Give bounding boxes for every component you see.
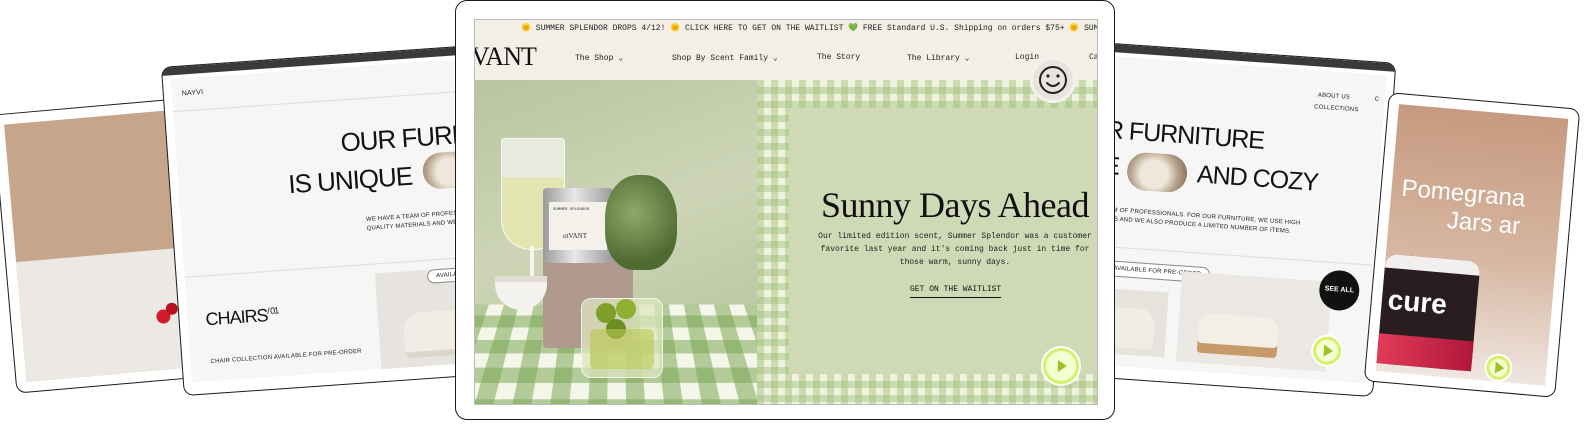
product-jar: cure xyxy=(1376,253,1481,372)
brand-logo[interactable]: NAYVI xyxy=(182,89,204,97)
nav-label: The Library xyxy=(907,54,960,63)
nav-label: The Shop xyxy=(575,54,614,63)
section-title: CHAIRS/ 01 xyxy=(205,304,279,330)
headline-line-1: R FURNITURE xyxy=(1104,115,1265,155)
chevron-down-icon: ⌄ xyxy=(772,54,778,63)
right-screenshot-card: ABOUT US COLLECTIONS C R FURNITURE E AND… xyxy=(1073,41,1397,398)
play-video-button[interactable] xyxy=(1485,354,1512,381)
headline-line-3: AND COZY xyxy=(1196,160,1319,197)
main-screenshot-card: 🌞 SUMMER SPLENDOR DROPS 4/12! 🌞 CLICK HE… xyxy=(455,0,1115,420)
nav-item-partial[interactable]: C xyxy=(1375,96,1380,102)
nav-shop-by-scent[interactable]: Shop By Scent Family ⌄ xyxy=(672,53,778,63)
chevron-down-icon: ⌄ xyxy=(964,54,970,63)
candle-tin-image: SUMMER SPLENDOR otVANT xyxy=(543,188,613,263)
left-screen: NAYVI OUR FURN IS UNIQUE WE HAVE A TEAM … xyxy=(170,57,504,383)
hero-text-panel: Sunny Days Ahead Our limited edition sce… xyxy=(757,60,1097,404)
see-all-label: SEE ALL xyxy=(1324,285,1355,295)
collection-caption: CHAIR COLLECTION AVAILABLE FOR PRE-ORDER xyxy=(210,348,362,366)
section-label: CHAIRS xyxy=(204,305,269,330)
olive-jar-image xyxy=(581,298,663,378)
promo-headline-2: Jars ar xyxy=(1445,206,1522,241)
chevron-down-icon: ⌄ xyxy=(618,54,624,63)
main-screen: 🌞 SUMMER SPLENDOR DROPS 4/12! 🌞 CLICK HE… xyxy=(474,19,1098,405)
nav-collections[interactable]: COLLECTIONS xyxy=(1314,104,1359,113)
nav-label: Shop By Scent Family xyxy=(672,54,769,63)
divider xyxy=(173,89,485,113)
chair-thumbnail-image xyxy=(1125,151,1189,194)
nav-label: Ca xyxy=(1089,53,1098,62)
right-screen: ABOUT US COLLECTIONS C R FURNITURE E AND… xyxy=(1083,55,1387,384)
nav-label: The Story xyxy=(817,53,861,62)
product-brand: cure xyxy=(1386,283,1449,320)
intro-paragraph: TEAM OF PROFESSIONALS. FOR OUR FURNITURE… xyxy=(1099,206,1301,235)
headline-line-2: IS UNIQUE xyxy=(287,160,414,200)
section-number: / 01 xyxy=(266,305,279,317)
site-logo[interactable]: VANT xyxy=(475,42,537,72)
waitlist-cta-link[interactable]: GET ON THE WAITLIST xyxy=(910,285,1002,298)
nav-the-shop[interactable]: The Shop ⌄ xyxy=(575,53,623,63)
nav-the-library[interactable]: The Library ⌄ xyxy=(907,53,969,63)
announcement-ticker[interactable]: 🌞 SUMMER SPLENDOR DROPS 4/12! 🌞 CLICK HE… xyxy=(475,20,1097,38)
can-brand-text: otVANT xyxy=(563,232,587,240)
far-right-screenshot-card: Pomegrana Jars ar cure xyxy=(1363,92,1581,398)
intro-paragraph: WE HAVE A TEAM OF PROFESS QUALITY MATERI… xyxy=(365,210,462,232)
hero-product-photo: SUMMER SPLENDOR otVANT xyxy=(475,80,757,404)
nav-about-us[interactable]: ABOUT US xyxy=(1318,92,1351,100)
far-right-screen: Pomegrana Jars ar cure xyxy=(1375,104,1569,386)
product-photo-right xyxy=(1175,271,1332,372)
smiley-face-icon[interactable] xyxy=(1033,60,1073,100)
ticker-text: 🌞 SUMMER SPLENDOR DROPS 4/12! 🌞 CLICK HE… xyxy=(521,24,1097,33)
hero-body: Our limited edition scent, Summer Splend… xyxy=(818,232,1092,267)
armchair-image xyxy=(1196,312,1280,359)
play-video-button[interactable] xyxy=(1043,348,1079,384)
artichoke-image xyxy=(605,175,677,270)
can-label-text: SUMMER SPLENDOR xyxy=(553,208,590,212)
main-nav-bar: VANT The Shop ⌄ Shop By Scent Family ⌄ T… xyxy=(475,38,1097,81)
nav-the-story[interactable]: The Story xyxy=(817,53,860,62)
nav-cart[interactable]: Ca xyxy=(1089,53,1098,62)
hero-title: Sunny Days Ahead xyxy=(821,185,1089,225)
